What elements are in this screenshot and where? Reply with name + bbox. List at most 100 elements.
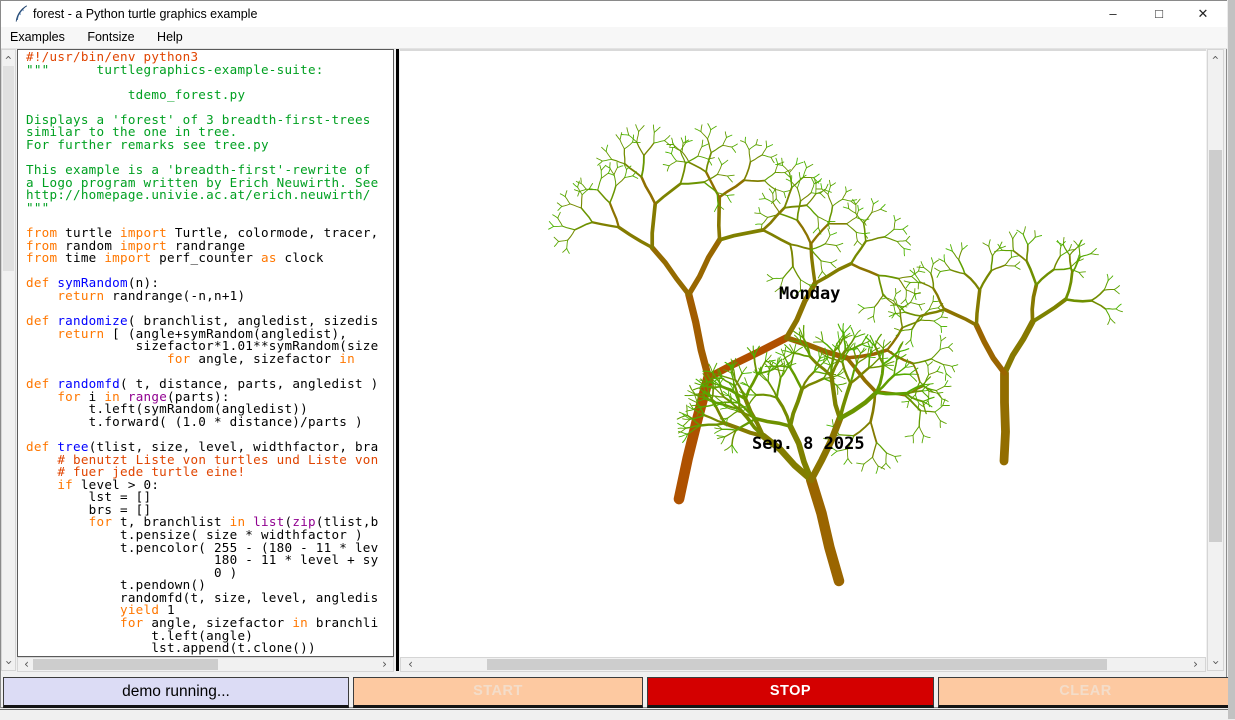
scrollbar-thumb[interactable]	[3, 66, 14, 271]
scroll-left-icon[interactable]: ‹	[404, 658, 417, 671]
code-line: return randrange(-n,n+1)	[26, 290, 379, 303]
tree-branch	[910, 295, 914, 303]
tree-branch	[610, 186, 616, 203]
maximize-button[interactable]: □	[1137, 1, 1181, 27]
scroll-down-icon[interactable]: ›	[2, 656, 15, 669]
tree-branch	[844, 459, 848, 465]
tree-branch	[1066, 299, 1092, 301]
tree-branch	[665, 136, 670, 141]
tree-branch	[1066, 273, 1072, 300]
tree-branch	[763, 230, 790, 244]
tree-branch	[667, 166, 669, 171]
scrollbar-thumb[interactable]	[487, 659, 1107, 670]
tree-branch	[827, 425, 834, 427]
menu-item-help[interactable]: Help	[148, 27, 192, 48]
tree-branch	[931, 274, 934, 289]
minimize-button[interactable]: –	[1091, 1, 1135, 27]
tree-branch	[1114, 290, 1119, 294]
tree-branch	[744, 162, 750, 180]
tree-branch	[913, 359, 931, 364]
tree-branch	[821, 261, 831, 263]
scroll-down-icon[interactable]: ›	[1209, 656, 1222, 669]
menu-item-fontsize[interactable]: Fontsize	[78, 27, 143, 48]
tree-branch	[776, 164, 783, 165]
tree-branch	[637, 132, 639, 143]
tree-branch	[728, 411, 738, 418]
tree-branch	[851, 241, 866, 264]
canvas-vertical-scrollbar[interactable]: › ›	[1207, 49, 1224, 671]
tree-branch	[907, 401, 909, 407]
tree-branch	[698, 147, 702, 156]
tree-branch	[602, 159, 611, 161]
tree-branch	[895, 456, 901, 457]
scrollbar-thumb[interactable]	[33, 659, 218, 670]
tree-branch	[1106, 309, 1111, 318]
code-line: """ turtlegraphics-example-suite:	[26, 64, 379, 77]
scroll-left-icon[interactable]: ‹	[20, 658, 33, 671]
tree-branch	[828, 229, 830, 236]
tree-branch	[959, 260, 965, 274]
tree-branch	[859, 208, 864, 210]
tree-branch	[1027, 245, 1028, 262]
tree-branch	[842, 192, 846, 199]
tree-branch	[874, 316, 875, 322]
tree-branch	[897, 242, 904, 249]
tree-branch	[919, 305, 922, 310]
tree-branch	[993, 248, 1000, 256]
tree-branch	[742, 373, 752, 374]
window-title: forest - a Python turtle graphics exampl…	[33, 7, 257, 21]
tree-branch	[625, 170, 627, 178]
tree-branch	[905, 435, 913, 436]
tree-branch	[559, 240, 568, 241]
tree-branch	[843, 207, 848, 209]
tree-branch	[935, 268, 941, 271]
tree-branch	[1079, 272, 1084, 277]
code-panel[interactable]: #!/usr/bin/env python3""" turtlegraphics…	[17, 49, 394, 657]
tree-branch	[789, 165, 796, 173]
tree-branch	[711, 126, 717, 130]
tree-branch	[1116, 309, 1123, 312]
tree-branch	[601, 166, 605, 170]
tree-branch	[980, 271, 992, 291]
tree-branch	[924, 436, 931, 438]
tree-branch	[624, 142, 632, 149]
start-button[interactable]: START	[353, 677, 643, 708]
tree-branch	[708, 139, 712, 153]
scroll-up-icon[interactable]: ›	[1209, 51, 1222, 64]
tree-branch	[941, 337, 946, 341]
stop-button[interactable]: STOP	[647, 677, 934, 708]
menu-item-examples[interactable]: Examples	[1, 27, 74, 48]
scroll-up-icon[interactable]: ›	[2, 51, 15, 64]
tree-branch	[602, 147, 607, 151]
scroll-right-icon[interactable]: ›	[378, 658, 391, 671]
scrollbar-thumb[interactable]	[1209, 150, 1222, 542]
close-button[interactable]: ✕	[1181, 1, 1225, 27]
tree-branch	[943, 365, 946, 374]
tree-branch	[818, 217, 819, 228]
tree-branch	[669, 147, 675, 148]
tree-branch	[759, 207, 760, 213]
tree-branch	[775, 190, 776, 199]
code-line: """	[26, 202, 379, 215]
tree-branch	[617, 162, 618, 167]
tree-branch	[895, 218, 900, 221]
tree-branch	[773, 278, 783, 279]
tree-branch	[906, 241, 911, 245]
canvas-horizontal-scrollbar[interactable]: ‹ ›	[400, 657, 1206, 672]
tree-branch	[784, 347, 786, 355]
tree-branch	[821, 184, 822, 189]
tree-branch	[920, 282, 933, 288]
tree-branch	[723, 402, 738, 403]
tree-branch	[812, 178, 815, 184]
tree-branch	[574, 190, 579, 192]
tree-branch	[948, 344, 952, 348]
code-horizontal-scrollbar[interactable]: ‹ ›	[17, 657, 394, 672]
tree-branch	[906, 283, 910, 288]
tree-branch	[655, 184, 680, 204]
tree-branch	[878, 276, 898, 279]
tree-branch	[712, 383, 714, 400]
clear-button[interactable]: CLEAR	[938, 677, 1233, 708]
tree-branch	[1005, 257, 1012, 265]
code-vertical-scrollbar[interactable]: › ›	[1, 49, 16, 671]
scroll-right-icon[interactable]: ›	[1189, 658, 1202, 671]
